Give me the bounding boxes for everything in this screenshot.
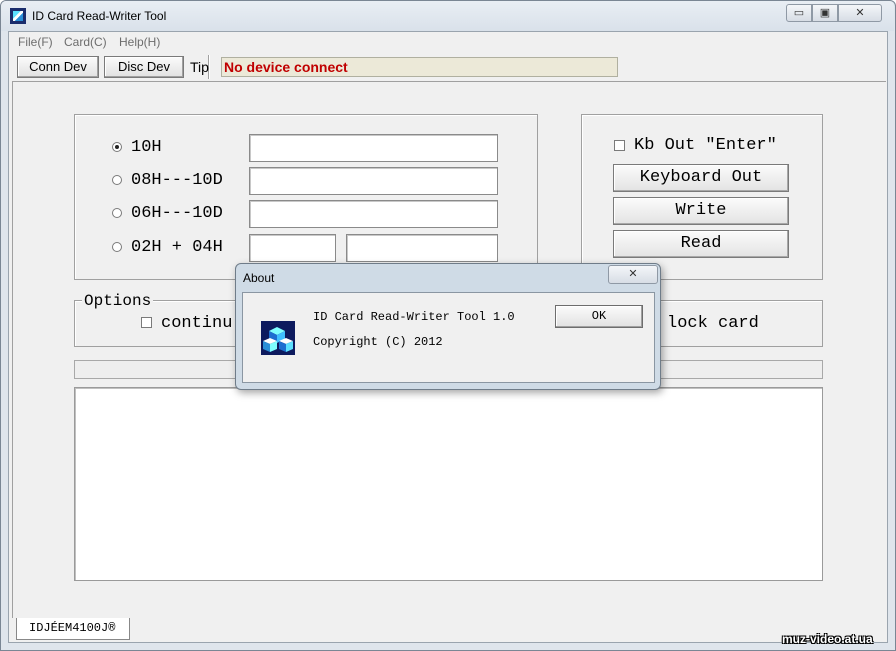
radio-08h-10d[interactable]	[112, 175, 122, 185]
app-icon	[10, 8, 26, 24]
about-title: About	[243, 271, 275, 285]
radio-10h-label: 10H	[131, 138, 162, 157]
field-02h[interactable]	[249, 234, 336, 262]
window-title: ID Card Read-Writer Tool	[32, 9, 167, 23]
about-close-button[interactable]: ✕	[608, 265, 658, 284]
about-ok-button[interactable]: OK	[555, 305, 643, 328]
lock-card-label: lock card	[667, 314, 759, 333]
radio-08h-10d-label: 08H---10D	[131, 171, 223, 190]
cube-logo-icon	[261, 321, 295, 355]
watermark: muz-video.at.ua	[782, 632, 873, 646]
kb-enter-checkbox[interactable]	[614, 140, 625, 151]
options-legend: Options	[82, 292, 154, 310]
radio-06h-10d[interactable]	[112, 208, 122, 218]
read-button[interactable]: Read	[613, 230, 789, 258]
radio-02h-04h-label: 02H + 04H	[131, 238, 223, 257]
continue-label: continu	[161, 314, 233, 333]
continue-checkbox[interactable]	[141, 317, 152, 328]
kb-enter-label: Kb Out "Enter"	[634, 136, 777, 155]
tip-label: Tip	[190, 59, 209, 75]
minimize-button[interactable]: ▭	[786, 4, 812, 22]
tab-em4100[interactable]: IDJÉEM4100J®	[16, 618, 130, 640]
maximize-button[interactable]: ▣	[812, 4, 838, 22]
keyboard-out-button[interactable]: Keyboard Out	[613, 164, 789, 192]
about-line-1: ID Card Read-Writer Tool 1.0	[313, 310, 515, 324]
close-button[interactable]: ✕	[838, 4, 882, 22]
menu-card[interactable]: Card(C)	[64, 35, 107, 49]
log-textarea[interactable]	[74, 387, 823, 581]
field-04h[interactable]	[346, 234, 498, 262]
about-line-2: Copyright (C) 2012	[313, 335, 443, 349]
radio-06h-10d-label: 06H---10D	[131, 204, 223, 223]
menu-help[interactable]: Help(H)	[119, 35, 160, 49]
tip-status: No device connect	[221, 57, 618, 77]
conn-dev-button[interactable]: Conn Dev	[17, 56, 99, 78]
field-06h-10d[interactable]	[249, 200, 498, 228]
write-button[interactable]: Write	[613, 197, 789, 225]
menu-file[interactable]: File(F)	[18, 35, 53, 49]
field-10h[interactable]	[249, 134, 498, 162]
radio-02h-04h[interactable]	[112, 242, 122, 252]
field-08h-10d[interactable]	[249, 167, 498, 195]
menu-bar: File(F) Card(C) Help(H)	[9, 32, 886, 51]
disc-dev-button[interactable]: Disc Dev	[104, 56, 184, 78]
radio-10h[interactable]	[112, 142, 122, 152]
